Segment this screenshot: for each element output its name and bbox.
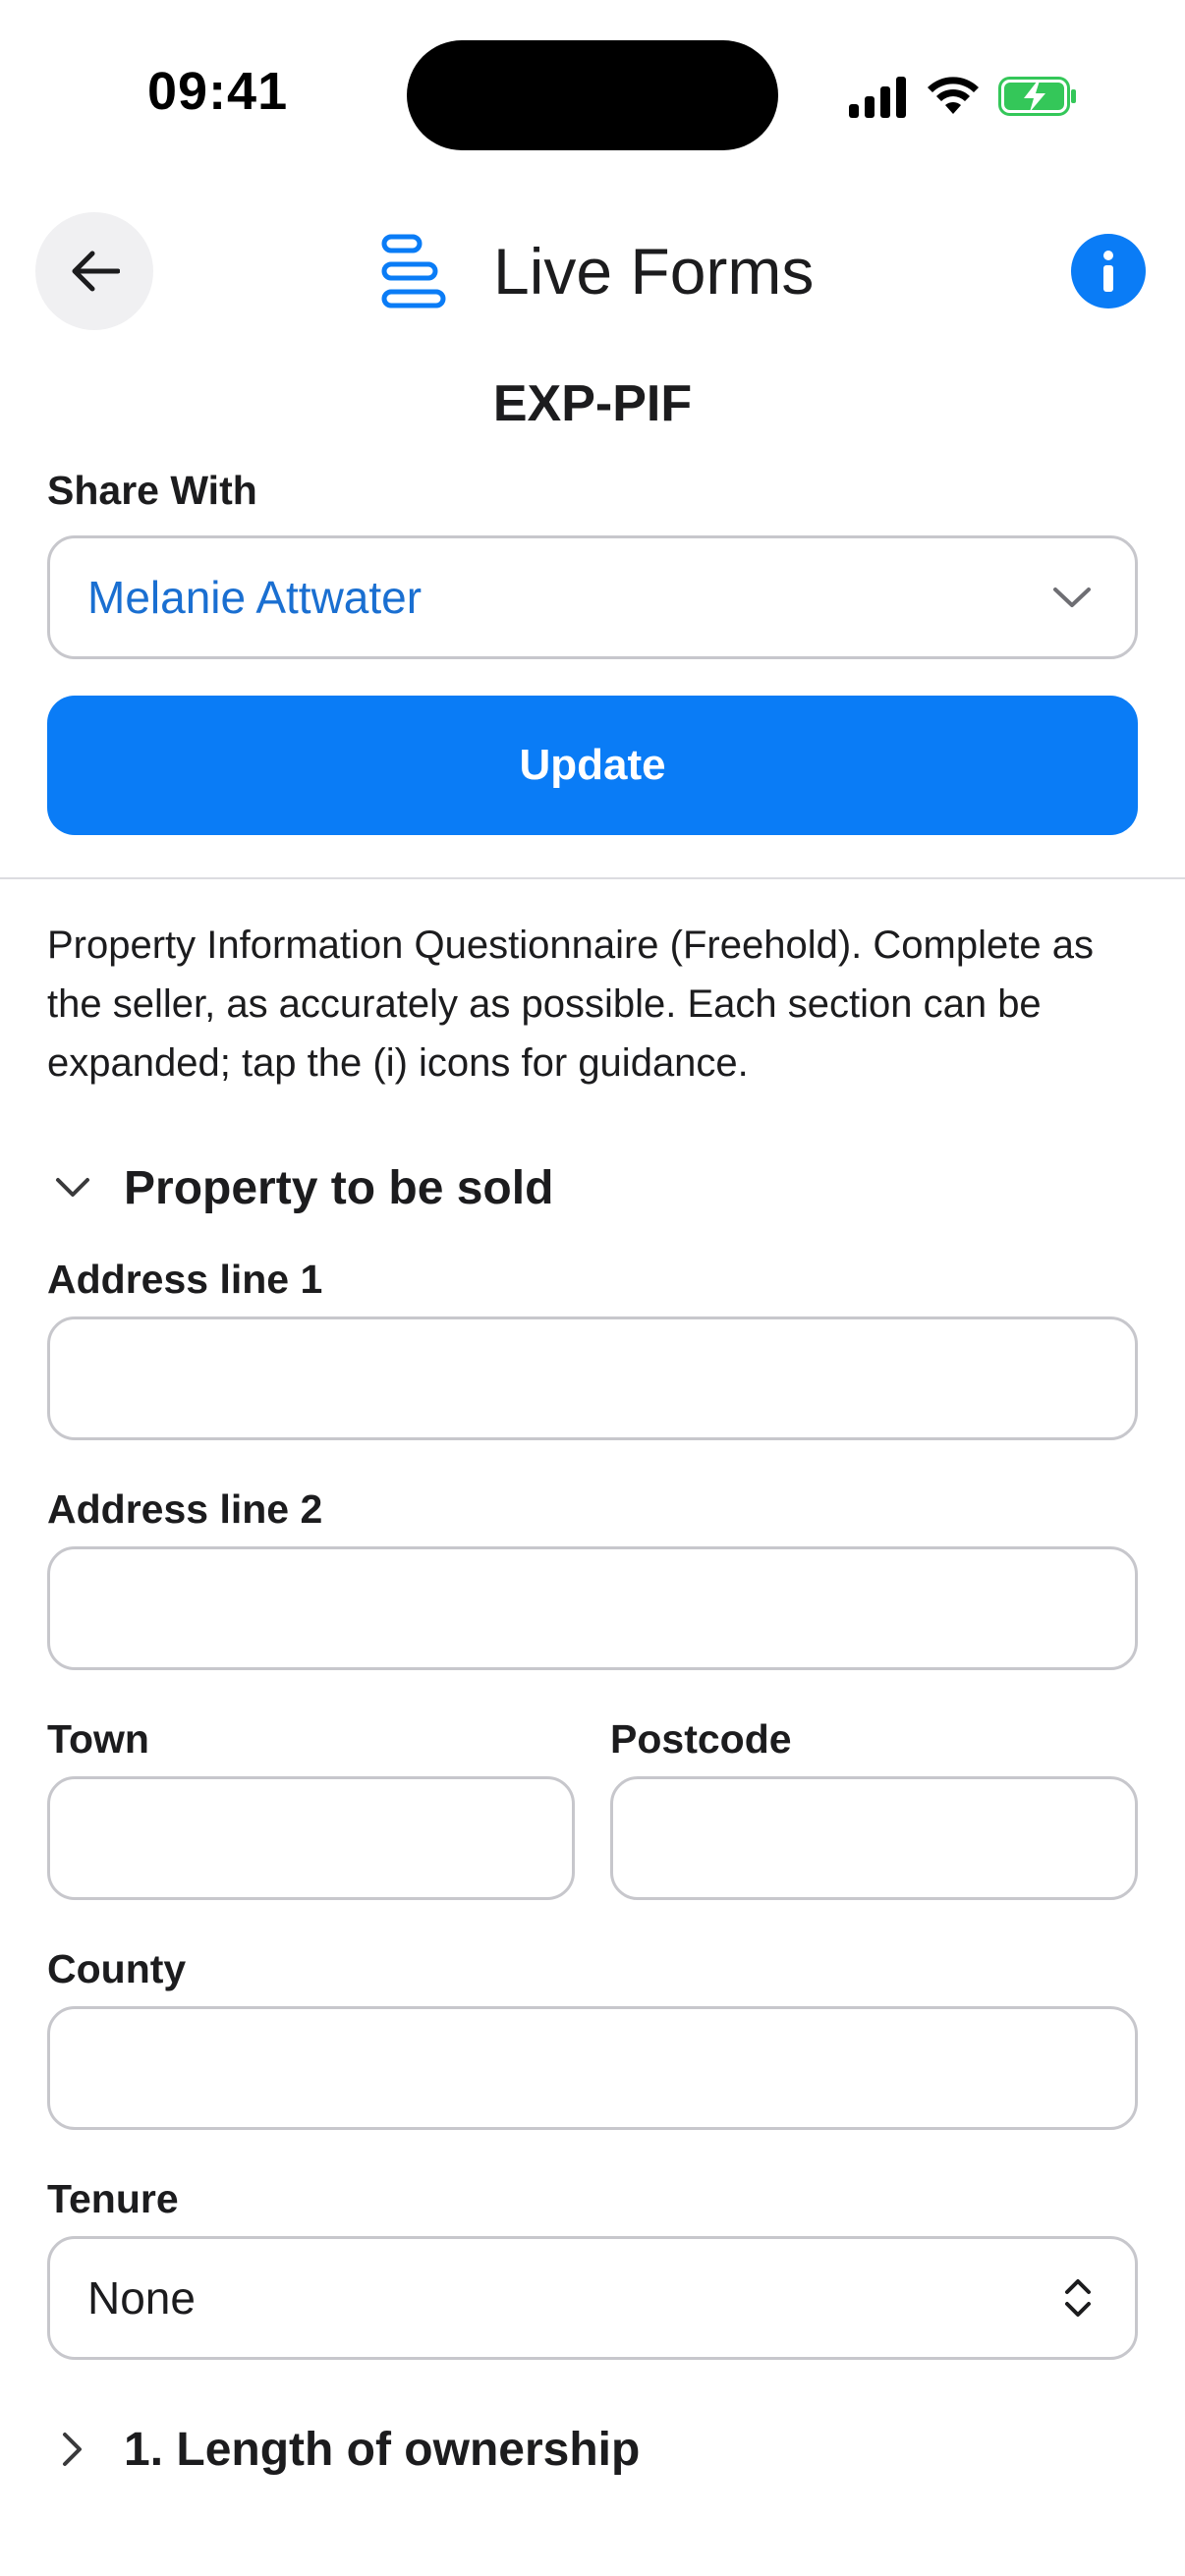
form-description: Property Information Questionnaire (Free…: [47, 924, 1094, 1085]
share-with-select[interactable]: Melanie Attwater: [47, 535, 1138, 659]
app-title: Live Forms: [493, 235, 815, 308]
county-input[interactable]: [47, 2006, 1138, 2130]
share-with-value: Melanie Attwater: [87, 572, 423, 623]
battery-charging-icon: [998, 77, 1076, 116]
update-button[interactable]: Update: [47, 696, 1138, 835]
postcode-input[interactable]: [610, 1776, 1138, 1900]
section-title: Property to be sold: [124, 1161, 554, 1214]
share-with-label: Share With: [47, 468, 257, 513]
address-line-2-input[interactable]: [47, 1546, 1138, 1670]
status-time: 09:41: [147, 62, 289, 121]
tenure-select[interactable]: None: [47, 2236, 1138, 2360]
section-title: 1. Length of ownership: [124, 2423, 641, 2476]
section-header-ownership[interactable]: 1. Length of ownership: [47, 2415, 640, 2484]
app-logo-icon: [381, 234, 446, 308]
divider: [0, 877, 1185, 879]
town-input[interactable]: [47, 1776, 575, 1900]
town-label: Town: [47, 1716, 149, 1762]
postcode-label: Postcode: [610, 1716, 792, 1762]
tenure-value: None: [87, 2272, 196, 2324]
county-label: County: [47, 1946, 187, 1991]
section-header-property[interactable]: Property to be sold: [47, 1153, 553, 1222]
address-line-1-input[interactable]: [47, 1316, 1138, 1440]
wifi-icon: [928, 77, 979, 114]
tenure-label: Tenure: [47, 2176, 179, 2221]
arrow-left-icon: [72, 251, 120, 292]
address-line-1-label: Address line 1: [47, 1257, 323, 1302]
info-button[interactable]: [1071, 234, 1146, 308]
form-code-title: EXP-PIF: [492, 375, 693, 432]
info-icon: [1103, 251, 1113, 292]
address-line-2-label: Address line 2: [47, 1486, 323, 1532]
chevron-down-icon: [47, 1162, 98, 1213]
dynamic-island: [407, 40, 778, 150]
back-button[interactable]: [35, 212, 153, 330]
status-bar: 09:41: [0, 0, 1185, 187]
chevron-up-down-icon: [1065, 2279, 1091, 2317]
chevron-right-icon: [47, 2424, 98, 2475]
cellular-signal-icon: [849, 77, 906, 118]
chevron-down-icon: [1053, 588, 1091, 607]
